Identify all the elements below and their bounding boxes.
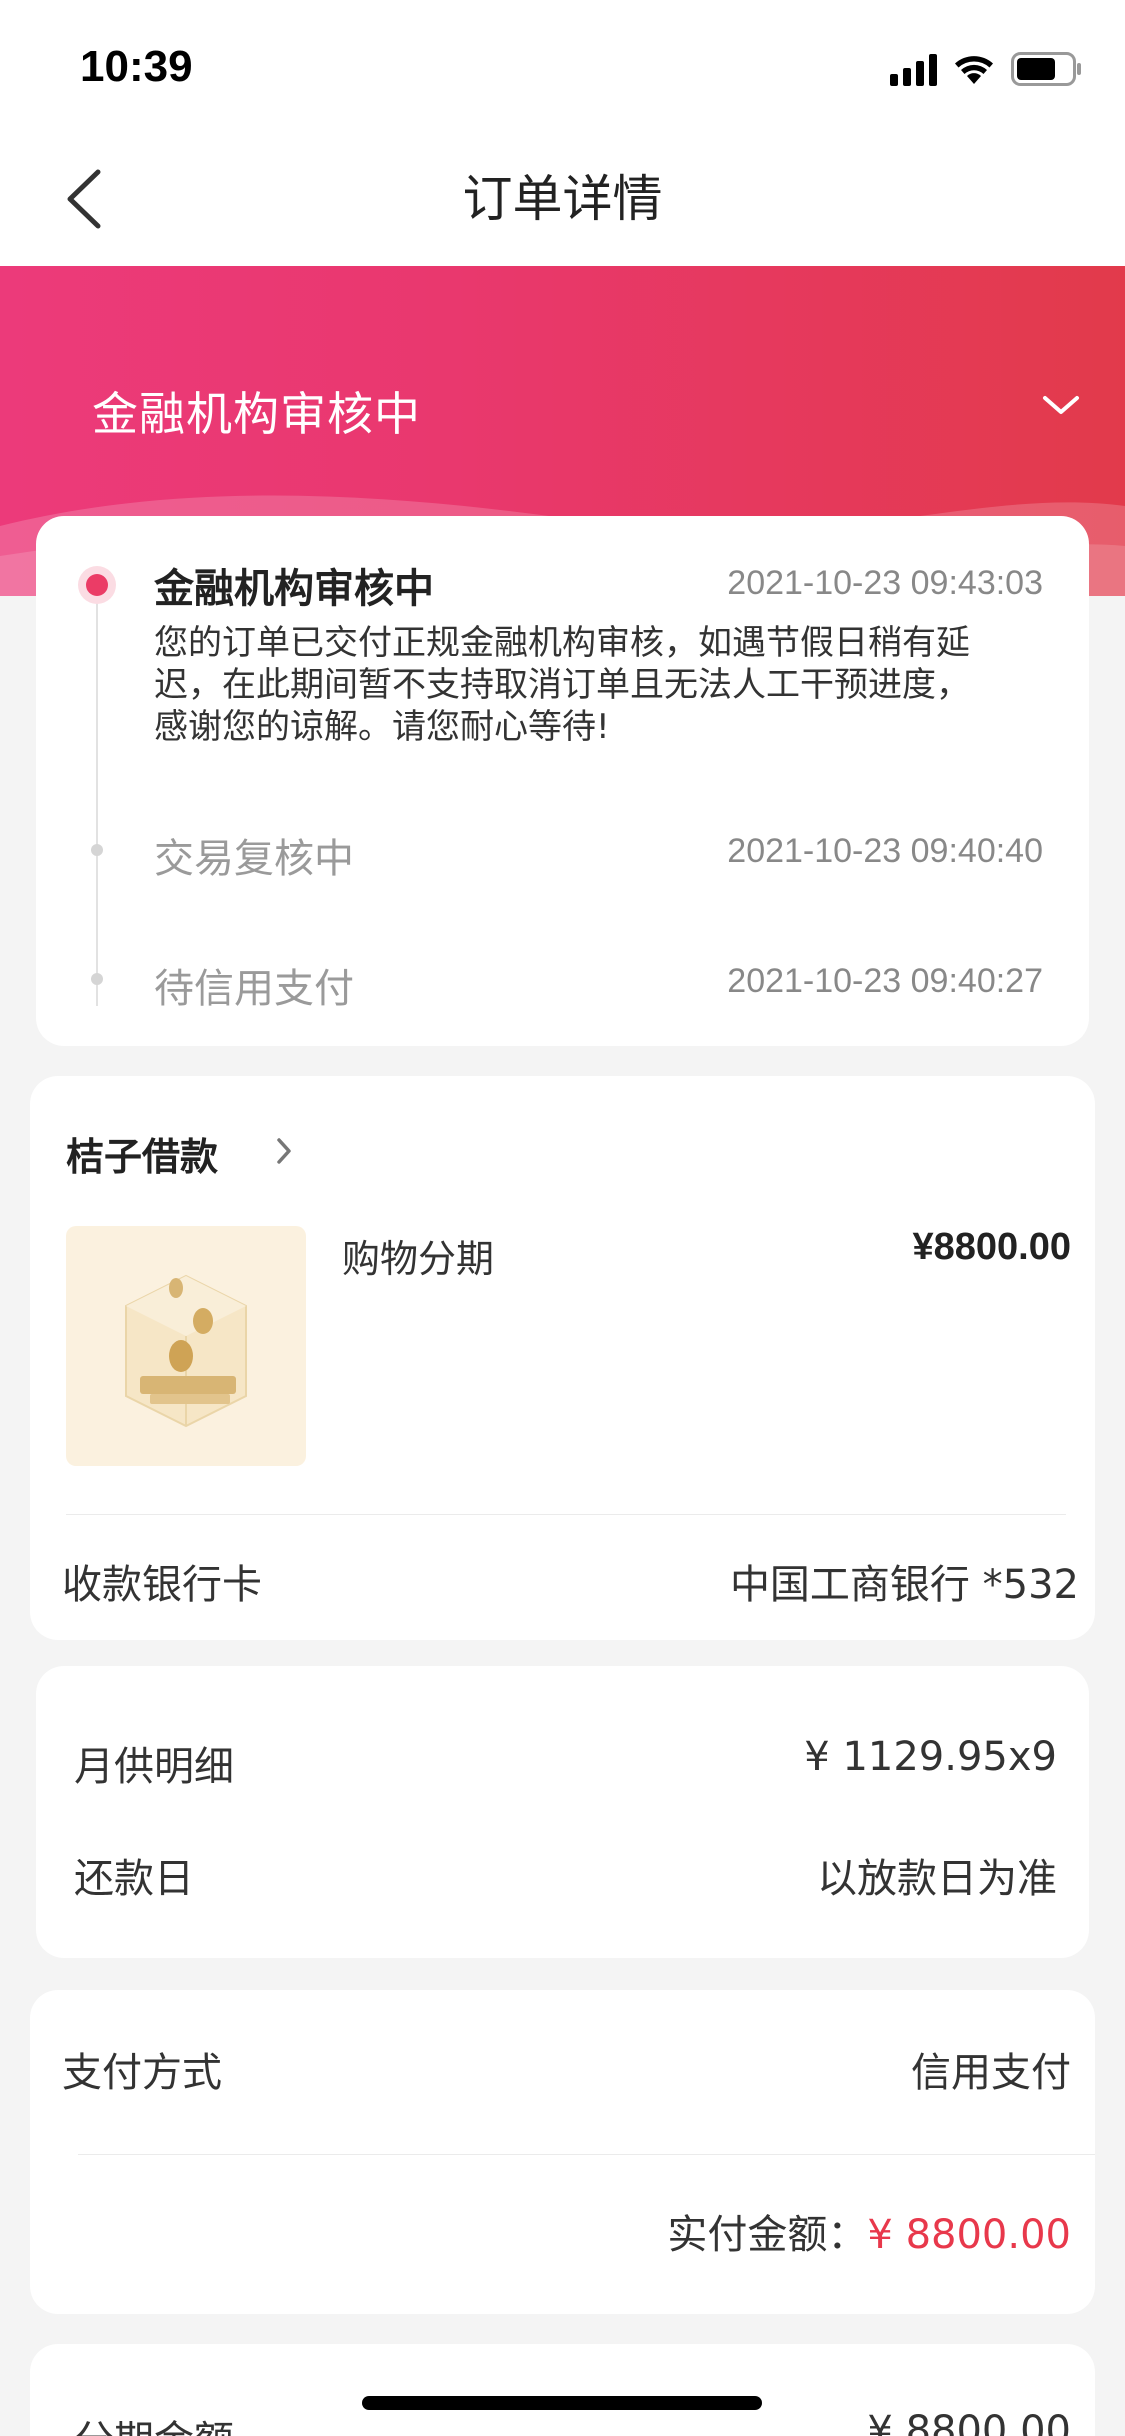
timeline-step-title: 交易复核中: [154, 836, 354, 882]
bank-card-value: 中国工商银行 *532: [729, 1562, 1079, 1608]
timeline-dot: [91, 844, 103, 856]
timeline-step-time: 2021-10-23 09:43:03: [727, 564, 1043, 602]
paid-amount-label: 实付金额：: [667, 2212, 868, 2258]
description-line: 感谢您的谅解。请您耐心等待!: [154, 707, 610, 747]
status-time: 10:39: [80, 42, 193, 91]
chevron-left-icon: [67, 169, 101, 229]
description-line: 您的订单已交付正规金融机构审核，如遇节假日稍有延: [154, 623, 970, 663]
payment-card: 支付方式 信用支付 实付金额：¥ 8800.00: [30, 1990, 1095, 2314]
product-card: 桔子借款 购物分期 ¥8800.00 收款银行卡 中国工商银行 *532: [30, 1076, 1095, 1640]
payment-method-value: 信用支付: [911, 2050, 1071, 2096]
timeline-step-title: 待信用支付: [154, 966, 354, 1012]
timeline-step-time: 2021-10-23 09:40:40: [727, 832, 1043, 870]
chevron-down-icon[interactable]: [1041, 392, 1081, 418]
wifi-icon: [953, 54, 995, 86]
merchant-name[interactable]: 桔子借款: [66, 1126, 218, 1181]
payment-method-label: 支付方式: [62, 2050, 222, 2096]
product-name: 购物分期: [342, 1237, 495, 1281]
timeline-step-description: 您的订单已交付正规金融机构审核，如遇节假日稍有延 迟，在此期间暂不支持取消订单且…: [154, 622, 1054, 748]
divider: [78, 2154, 1095, 2155]
timeline-step-time: 2021-10-23 09:40:27: [727, 962, 1043, 1000]
paid-amount-row: 实付金额：¥ 8800.00: [667, 2202, 1071, 2260]
timeline-step-title: 金融机构审核中: [154, 566, 434, 612]
timeline-card: 金融机构审核中 2021-10-23 09:43:03 您的订单已交付正规金融机…: [36, 516, 1089, 1046]
back-button[interactable]: [54, 162, 124, 236]
coin-box-icon: [125, 1274, 247, 1428]
chevron-right-icon[interactable]: [274, 1136, 294, 1166]
installment-amount-value: ¥ 8800.00: [867, 2408, 1071, 2436]
bank-card-label: 收款银行卡: [62, 1562, 262, 1608]
repay-day-label: 还款日: [74, 1856, 194, 1902]
installment-amount-card: 分期金额 ¥ 8800.00: [30, 2344, 1095, 2436]
home-indicator[interactable]: [362, 2396, 762, 2410]
battery-icon: [1011, 52, 1083, 86]
nav-bar: 订单详情: [0, 132, 1125, 266]
description-line: 迟，在此期间暂不支持取消订单且无法人工干预进度，: [154, 665, 970, 705]
paid-amount-value: ¥ 8800.00: [867, 2212, 1071, 2258]
monthly-payment-label: 月供明细: [74, 1744, 234, 1790]
banner-title: 金融机构审核中: [92, 387, 421, 441]
timeline-line: [96, 586, 98, 1006]
page-title: 订单详情: [462, 170, 663, 228]
monthly-payment-value: ¥ 1129.95x9: [804, 1734, 1057, 1780]
installment-amount-label: 分期金额: [74, 2408, 234, 2436]
signal-icon: [890, 54, 937, 86]
divider: [66, 1514, 1066, 1515]
product-image: [66, 1226, 306, 1466]
product-price: ¥8800.00: [912, 1226, 1072, 1268]
status-icons: [890, 50, 1083, 86]
status-bar: 10:39: [0, 0, 1125, 132]
timeline-dot: [91, 973, 103, 985]
repayment-card: 月供明细 ¥ 1129.95x9 还款日 以放款日为准: [36, 1666, 1089, 1958]
timeline-dot-active: [78, 566, 116, 604]
repay-day-value: 以放款日为准: [817, 1856, 1057, 1902]
